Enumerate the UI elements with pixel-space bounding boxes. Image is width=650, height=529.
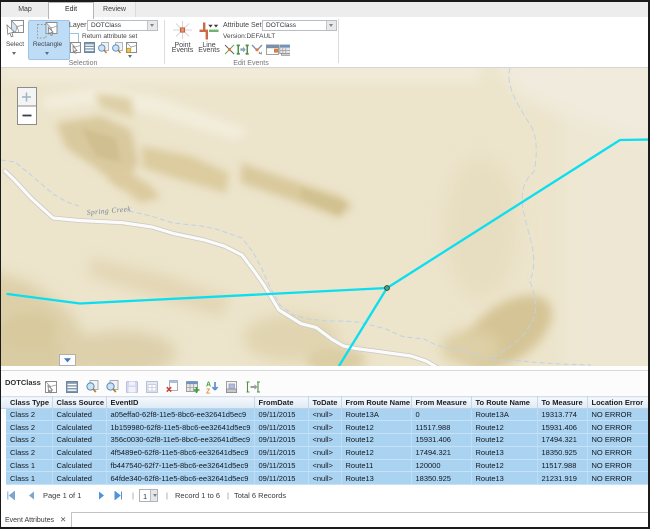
svg-text:Z: Z	[206, 389, 211, 395]
svg-text:A: A	[206, 382, 211, 389]
